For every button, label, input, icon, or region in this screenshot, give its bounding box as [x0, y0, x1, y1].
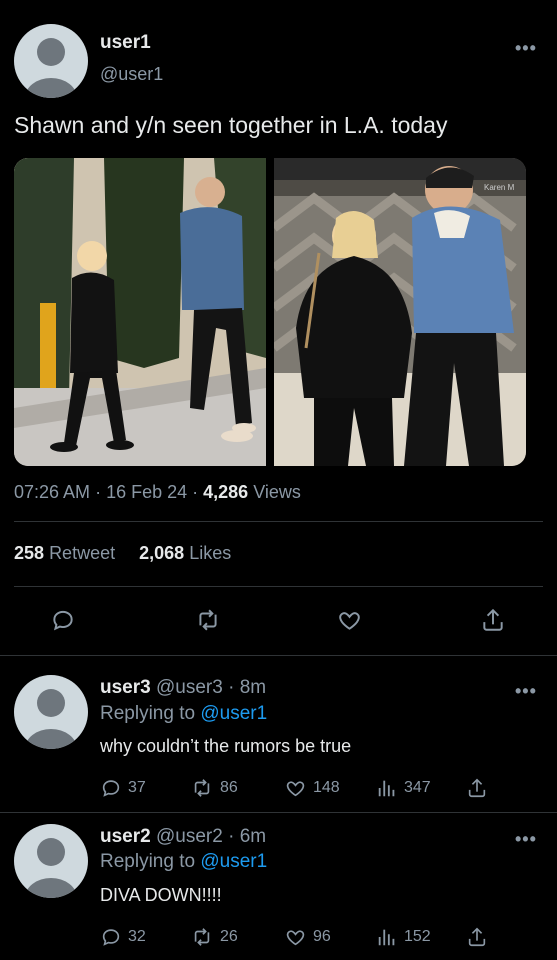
likes-count: 2,068 [139, 543, 185, 563]
like-count: 148 [313, 779, 340, 796]
views-count: 4,286 [203, 482, 249, 502]
tweet-meta: 07:26 AM · 16 Feb 24 · 4,286 Views [14, 482, 301, 502]
like-icon [339, 612, 360, 630]
share-icon [468, 778, 486, 798]
replying-to-link[interactable]: @user1 [200, 703, 267, 724]
replying-to-label: Replying to [100, 851, 196, 872]
views-icon [378, 780, 395, 797]
reply-button[interactable]: 37 [100, 777, 146, 799]
views-icon [378, 929, 395, 946]
retweets-stat[interactable]: 258 Retweet [14, 543, 115, 563]
engagement-stats: 258 Retweet 2,068 Likes [14, 543, 231, 564]
reply-count: 37 [128, 779, 146, 796]
replying-to: Replying to @user1 [100, 703, 267, 725]
retweet-button[interactable]: 86 [190, 777, 238, 799]
tweet-text: Shawn and y/n seen together in L.A. toda… [14, 112, 448, 138]
like-icon [286, 930, 305, 946]
reply-avatar[interactable] [14, 675, 88, 749]
views-button[interactable]: 152 [376, 926, 431, 948]
reply-age: 6m [239, 826, 267, 847]
tweet-time: 07:26 AM [14, 482, 91, 502]
retweet-icon [199, 609, 217, 631]
like-button[interactable]: 96 [284, 926, 331, 948]
share-button[interactable] [466, 777, 488, 799]
reply-text: why couldn’t the rumors be true [100, 736, 352, 756]
reply-icon [102, 929, 120, 946]
share-button[interactable] [480, 607, 506, 633]
retweet-count: 26 [220, 928, 238, 945]
divider [0, 655, 557, 656]
tweet-date: 16 Feb 24 [106, 482, 188, 502]
likes-label: Likes [189, 543, 232, 563]
share-icon [483, 608, 503, 631]
divider [14, 521, 543, 522]
photo-credit: Karen M [484, 183, 515, 192]
reply-handle[interactable]: @user2 [156, 826, 223, 847]
retweet-count: 86 [220, 779, 238, 796]
reply-header: user3 @user3 · 8m [100, 677, 267, 698]
like-button[interactable] [336, 607, 363, 633]
reply-age: 8m [239, 677, 267, 698]
more-icon[interactable]: ••• [515, 681, 537, 702]
divider [0, 812, 557, 813]
views-button[interactable]: 347 [376, 777, 431, 799]
reply-display-name[interactable]: user3 [100, 677, 151, 698]
replying-to: Replying to @user1 [100, 851, 267, 873]
more-icon[interactable]: ••• [515, 829, 537, 850]
retweet-button[interactable] [194, 607, 222, 633]
reply-button[interactable]: 32 [100, 926, 146, 948]
share-button[interactable] [466, 926, 488, 948]
retweet-button[interactable]: 26 [190, 926, 238, 948]
reply-avatar[interactable] [14, 824, 88, 898]
share-icon [468, 927, 486, 947]
reply-header: user2 @user2 · 6m [100, 826, 267, 847]
author-handle[interactable]: @user1 [100, 64, 163, 85]
replying-to-label: Replying to [100, 703, 196, 724]
reply-count: 32 [128, 928, 146, 945]
divider [14, 586, 543, 587]
author-display-name[interactable]: user1 [100, 32, 151, 54]
reply-icon [102, 780, 120, 797]
more-icon[interactable]: ••• [515, 38, 537, 59]
tweet-photo-1[interactable] [14, 158, 266, 466]
retweet-icon [194, 779, 210, 797]
like-count: 96 [313, 928, 331, 945]
views-count: 152 [404, 928, 431, 945]
views-count: 347 [404, 779, 431, 796]
retweets-label: Retweet [49, 543, 116, 563]
author-avatar[interactable] [14, 24, 88, 98]
replying-to-link[interactable]: @user1 [200, 851, 267, 872]
reply-icon [53, 610, 73, 631]
reply-text: DIVA DOWN!!!! [100, 885, 222, 905]
reply-button[interactable] [50, 607, 76, 633]
reply-handle[interactable]: @user3 [156, 677, 223, 698]
views-label: Views [253, 482, 301, 502]
tweet-photo-2[interactable]: Karen M [274, 158, 526, 466]
like-icon [286, 781, 305, 797]
retweet-icon [194, 928, 210, 946]
retweets-count: 258 [14, 543, 45, 563]
likes-stat[interactable]: 2,068 Likes [139, 543, 231, 563]
reply-display-name[interactable]: user2 [100, 826, 151, 847]
like-button[interactable]: 148 [284, 777, 340, 799]
